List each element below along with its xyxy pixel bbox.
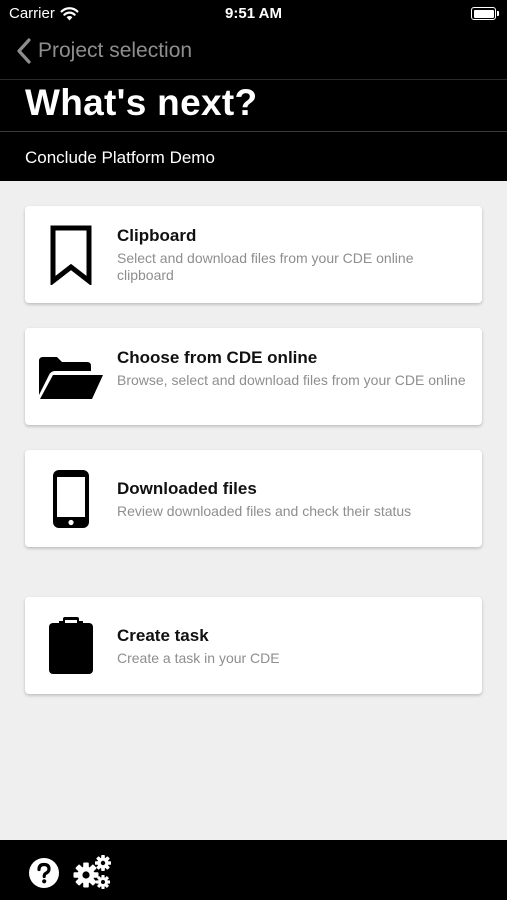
project-name: Conclude Platform Demo bbox=[25, 148, 215, 167]
header: Carrier 9:51 AM Project selection What's… bbox=[0, 0, 507, 181]
status-time: 9:51 AM bbox=[225, 5, 282, 22]
bottom-toolbar bbox=[0, 840, 507, 900]
card-subtitle: Browse, select and download files from y… bbox=[117, 372, 466, 388]
status-bar: Carrier 9:51 AM bbox=[0, 0, 507, 28]
clipboard-card[interactable]: Clipboard Select and download files from… bbox=[25, 206, 482, 303]
back-button-label: Project selection bbox=[38, 39, 193, 62]
card-title: Clipboard bbox=[117, 226, 197, 245]
phone-icon bbox=[53, 469, 89, 528]
title-area: What's next? bbox=[0, 79, 507, 132]
navigation-bar: Project selection bbox=[0, 28, 507, 78]
screen: Carrier 9:51 AM Project selection What's… bbox=[0, 0, 507, 900]
folder-open-icon bbox=[39, 356, 103, 399]
create-task-card[interactable]: Create task Create a task in your CDE bbox=[25, 597, 482, 694]
card-title: Create task bbox=[117, 626, 209, 645]
chevron-left-icon bbox=[17, 38, 31, 64]
downloaded-files-card[interactable]: Downloaded files Review downloaded files… bbox=[25, 450, 482, 547]
card-title: Downloaded files bbox=[117, 479, 257, 498]
clipboard-icon bbox=[49, 616, 93, 674]
card-subtitle: Create a task in your CDE bbox=[117, 650, 280, 666]
bookmark-icon bbox=[50, 225, 92, 285]
settings-icon[interactable] bbox=[73, 854, 113, 890]
cde-online-card[interactable]: Choose from CDE online Browse, select an… bbox=[25, 328, 482, 425]
card-subtitle: Review downloaded files and check their … bbox=[117, 503, 412, 519]
card-subtitle: Select and download files from your CDE … bbox=[117, 250, 414, 283]
help-icon[interactable] bbox=[28, 857, 60, 889]
battery-icon bbox=[471, 7, 499, 20]
card-title: Choose from CDE online bbox=[117, 348, 318, 367]
back-button[interactable]: Project selection bbox=[16, 38, 192, 64]
page-title: What's next? bbox=[25, 82, 258, 123]
